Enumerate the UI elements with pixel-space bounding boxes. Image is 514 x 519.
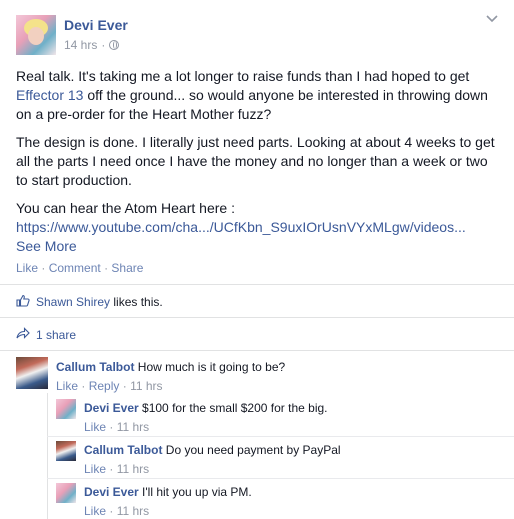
reply-divider [47, 478, 514, 479]
share-count[interactable]: 1 share [36, 328, 76, 342]
author-avatar[interactable] [16, 15, 56, 55]
reply-separator: · [109, 504, 114, 518]
reply: Callum Talbot Do you need payment by Pay… [84, 442, 504, 477]
reply-body: $100 for the small $200 for the big. [138, 401, 328, 415]
meta-separator: · [101, 38, 106, 52]
reply: Devi Ever $100 for the small $200 for th… [84, 400, 504, 435]
comment-text-line: Callum Talbot How much is it going to be… [56, 359, 496, 375]
comment-separator: · [81, 379, 86, 393]
replies-thread-line [47, 393, 48, 519]
paragraph-1-text-b: off the ground... so would anyone be int… [16, 87, 488, 122]
post-card: Devi Ever 14 hrs · Real talk. It's takin… [0, 0, 514, 519]
post-author-name[interactable]: Devi Ever [64, 17, 128, 33]
chevron-down-icon[interactable] [486, 15, 498, 25]
like-action[interactable]: Like [16, 261, 38, 275]
liker-name[interactable]: Shawn Shirey [36, 295, 110, 309]
reply-time[interactable]: 11 hrs [117, 462, 149, 476]
comment-separator: · [122, 379, 127, 393]
likes-summary: Shawn Shirey likes this. [16, 294, 163, 310]
share-arrow-icon [16, 327, 30, 342]
reply-avatar[interactable] [56, 483, 76, 503]
action-separator: · [104, 261, 109, 275]
reply-like[interactable]: Like [84, 420, 106, 434]
divider [0, 317, 514, 318]
reply-actions: Like · 11 hrs [84, 461, 504, 477]
paragraph-3-text: You can hear the Atom Heart here : [16, 200, 235, 216]
post-paragraph-3: You can hear the Atom Heart here : https:… [16, 199, 500, 256]
youtube-link[interactable]: https://www.youtube.com/cha.../UCfKbn_S9… [16, 219, 466, 235]
commenter-avatar[interactable] [16, 357, 48, 389]
comment-like[interactable]: Like [56, 379, 78, 393]
liker-info: Shawn Shirey likes this. [36, 295, 163, 309]
avatar-face [28, 27, 44, 45]
reply-body: Do you need payment by PayPal [162, 443, 341, 457]
reply-author[interactable]: Devi Ever [84, 401, 139, 415]
post-paragraph-1: Real talk. It's taking me a lot longer t… [16, 67, 500, 124]
reply-author[interactable]: Callum Talbot [84, 443, 162, 457]
reply-time[interactable]: 11 hrs [117, 504, 149, 518]
reply-separator: · [109, 462, 114, 476]
reply: Devi Ever I'll hit you up via PM. Like ·… [84, 484, 504, 519]
reply-like[interactable]: Like [84, 504, 106, 518]
effector-13-link[interactable]: Effector 13 [16, 87, 83, 103]
thumbs-up-icon [16, 294, 30, 310]
reply-avatar[interactable] [56, 399, 76, 419]
reply-text-line: Devi Ever $100 for the small $200 for th… [84, 400, 504, 416]
reply-text-line: Devi Ever I'll hit you up via PM. [84, 484, 504, 500]
post-meta: 14 hrs · [64, 38, 120, 52]
shares-summary[interactable]: 1 share [16, 327, 76, 342]
reply-author[interactable]: Devi Ever [84, 485, 139, 499]
divider [0, 284, 514, 285]
comment-action[interactable]: Comment [49, 261, 101, 275]
reply-time[interactable]: 11 hrs [117, 420, 149, 434]
divider [0, 350, 514, 351]
reply-like[interactable]: Like [84, 462, 106, 476]
comment-time[interactable]: 11 hrs [130, 379, 162, 393]
post-body: Real talk. It's taking me a lot longer t… [16, 67, 500, 256]
comment-body: How much is it going to be? [134, 360, 286, 374]
globe-icon[interactable] [109, 40, 120, 50]
comment-reply[interactable]: Reply [89, 379, 120, 393]
paragraph-1-text-a: Real talk. It's taking me a lot longer t… [16, 68, 470, 84]
action-separator: · [41, 261, 46, 275]
reply-text-line: Callum Talbot Do you need payment by Pay… [84, 442, 504, 458]
comment: Callum Talbot How much is it going to be… [56, 359, 496, 394]
reply-divider [47, 436, 514, 437]
comment-actions: Like · Reply · 11 hrs [56, 378, 496, 394]
post-paragraph-2: The design is done. I literally just nee… [16, 134, 495, 188]
post-timestamp[interactable]: 14 hrs [64, 38, 97, 52]
reply-actions: Like · 11 hrs [84, 419, 504, 435]
comment-author[interactable]: Callum Talbot [56, 360, 134, 374]
reply-body: I'll hit you up via PM. [138, 485, 252, 499]
share-action[interactable]: Share [111, 261, 143, 275]
reply-avatar[interactable] [56, 441, 76, 461]
reply-actions: Like · 11 hrs [84, 503, 504, 519]
see-more-link[interactable]: See More [16, 238, 77, 254]
reply-separator: · [109, 420, 114, 434]
likes-text: likes this. [110, 295, 163, 309]
post-actions: Like · Comment · Share [16, 261, 143, 275]
